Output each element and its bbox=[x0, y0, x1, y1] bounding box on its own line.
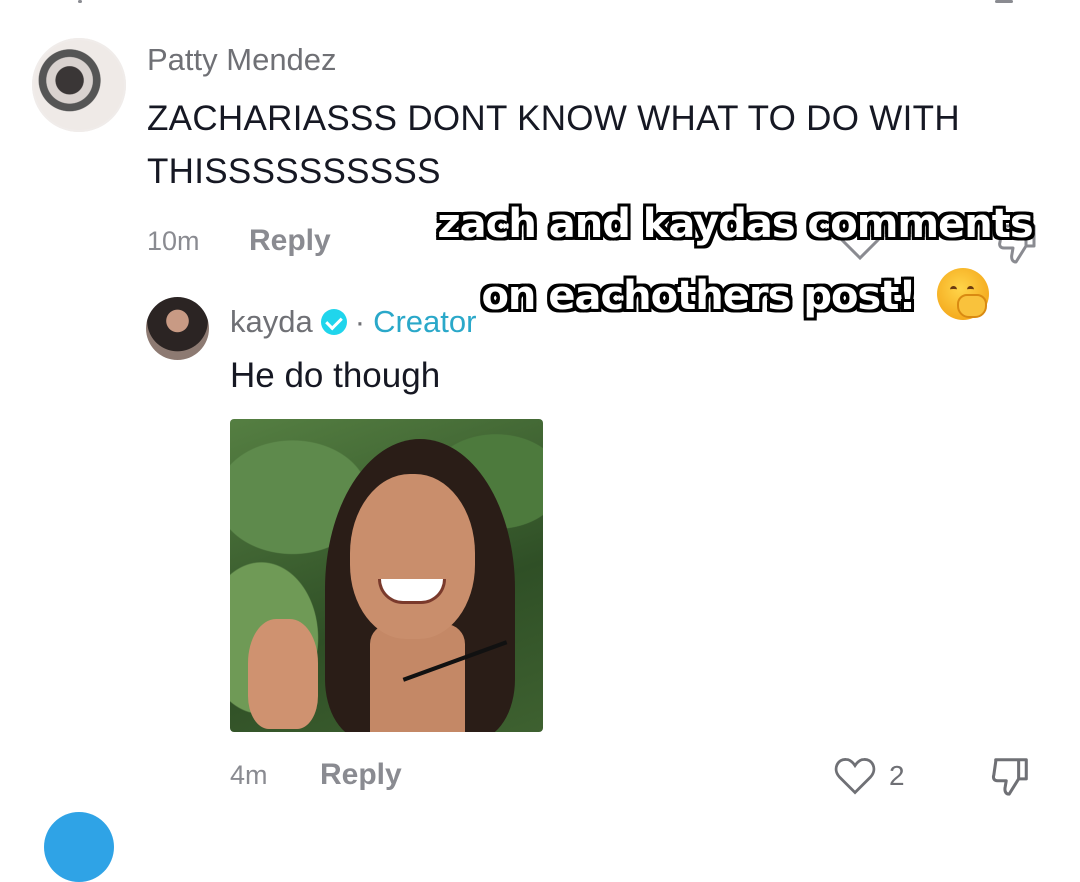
video-caption-overlay: zach and kaydas comments on eachothers p… bbox=[400, 188, 1070, 332]
heart-icon[interactable] bbox=[834, 756, 876, 796]
reply-button[interactable]: Reply bbox=[249, 224, 331, 258]
reply-author[interactable]: kayda bbox=[230, 304, 313, 340]
comment-text: ZACHARIASSS DONT KNOW WHAT TO DO WITH TH… bbox=[147, 99, 960, 191]
thumbs-down-icon[interactable] bbox=[990, 754, 1032, 798]
comment-author[interactable]: Patty Mendez bbox=[147, 42, 337, 78]
caption-line-1: zach and kaydas comments bbox=[437, 201, 1033, 247]
reply-image[interactable] bbox=[230, 419, 543, 732]
creator-badge: Creator bbox=[373, 304, 477, 339]
face-with-hand-over-mouth-icon bbox=[936, 268, 989, 320]
caption-line-2: on eachothers post! bbox=[481, 273, 916, 319]
creator-avatar[interactable] bbox=[146, 297, 209, 360]
like-count: 2 bbox=[889, 760, 905, 791]
reply-author-row: kayda · Creator bbox=[230, 304, 476, 340]
reply-text: He do though bbox=[230, 356, 441, 395]
avatar[interactable] bbox=[32, 38, 126, 132]
reply-button[interactable]: Reply bbox=[320, 758, 402, 792]
reply-timestamp: 4m bbox=[230, 760, 268, 790]
separator: · bbox=[354, 304, 366, 339]
previous-comment-fragment bbox=[0, 0, 1080, 8]
next-comment-avatar[interactable] bbox=[44, 812, 114, 882]
verified-icon bbox=[320, 309, 347, 335]
comment-timestamp: 10m bbox=[147, 226, 200, 256]
